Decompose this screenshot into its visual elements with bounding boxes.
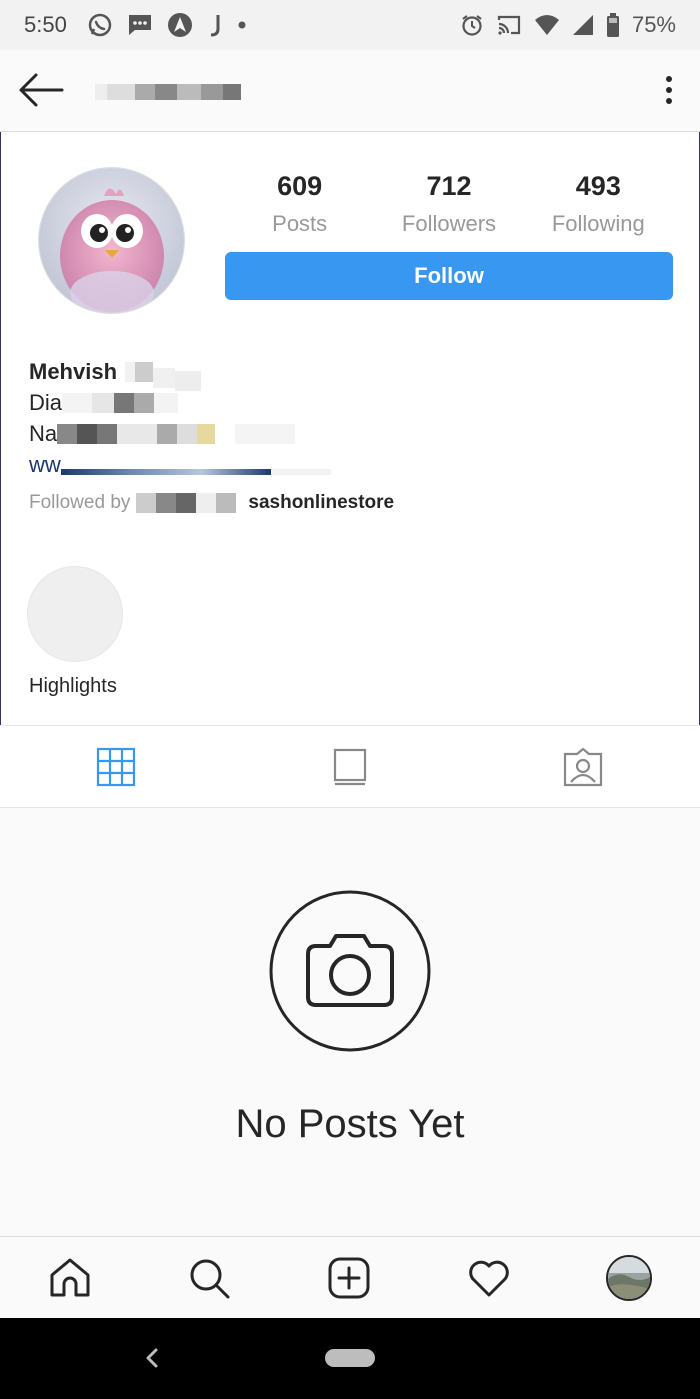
redacted-block: [154, 392, 179, 413]
redacted-block: [270, 468, 331, 475]
messages-icon: [127, 13, 153, 37]
highlight-circle[interactable]: [27, 566, 123, 662]
redacted-block: [136, 493, 157, 513]
bio-line: Dia: [29, 387, 669, 418]
feed-icon[interactable]: [329, 746, 371, 788]
redacted-block: [223, 84, 241, 100]
camera-icon: [268, 889, 432, 1053]
redacted-block: [135, 84, 155, 100]
redacted-block: [197, 423, 216, 444]
redacted-block: [201, 84, 223, 100]
arrow-left-icon[interactable]: [18, 72, 64, 108]
redacted-block: [92, 392, 115, 413]
stat-label: Followers: [401, 211, 497, 236]
navigation-icon: [167, 12, 193, 38]
redacted-block: [135, 361, 154, 382]
more-vertical-icon[interactable]: [664, 74, 674, 106]
cast-icon: [496, 14, 522, 36]
page-title: [95, 84, 241, 100]
system-home-pill[interactable]: [325, 1349, 375, 1367]
redacted-block: [216, 493, 237, 513]
cell-signal-icon: [572, 14, 594, 36]
redacted-block: [97, 423, 118, 444]
system-nav-bar: [0, 1318, 700, 1399]
profile-bio: Mehvish Dia Na ww: [29, 356, 669, 480]
heart-icon[interactable]: [466, 1255, 512, 1301]
redacted-block: [134, 392, 155, 413]
stat-following[interactable]: 493 Following: [524, 168, 673, 244]
stat-value: 609: [277, 171, 323, 201]
bio-text: Dia: [29, 389, 63, 415]
redacted-block: [215, 423, 236, 444]
empty-state-text: No Posts Yet: [235, 1102, 465, 1146]
search-icon[interactable]: [186, 1255, 232, 1301]
stat-followers[interactable]: 712 Followers: [374, 168, 523, 244]
redacted-block: [114, 392, 135, 413]
redacted-block: [117, 423, 158, 444]
stat-label: Posts: [272, 211, 328, 236]
bottom-nav: [0, 1236, 700, 1318]
bio-link[interactable]: ww: [29, 449, 669, 480]
stat-label: Following: [551, 211, 645, 236]
redacted-block: [157, 423, 178, 444]
profile-tabs: [0, 725, 700, 808]
profile-stats: 609 Posts 712 Followers 493 Following: [225, 168, 673, 244]
redacted-block: [107, 84, 135, 100]
redacted-block: [62, 392, 93, 413]
profile-avatar[interactable]: [38, 167, 185, 314]
home-icon[interactable]: [47, 1255, 93, 1301]
redacted-block: [176, 493, 197, 513]
dot-icon: [237, 20, 247, 30]
bio-name-line: Mehvish: [29, 356, 669, 391]
highlight-label: Highlights: [29, 675, 117, 697]
redacted-block: [125, 361, 136, 382]
redacted-block: [155, 84, 177, 100]
followed-by[interactable]: Followed by sashonlinestore: [29, 492, 394, 514]
battery-icon: [606, 13, 620, 37]
stat-posts[interactable]: 609 Posts: [225, 168, 374, 244]
redacted-block: [156, 493, 177, 513]
status-bar: 5:50 75%: [0, 0, 700, 50]
redacted-block: [177, 84, 201, 100]
follow-button[interactable]: Follow: [225, 252, 673, 300]
profile-avatar[interactable]: [606, 1255, 652, 1301]
grid-icon[interactable]: [95, 746, 137, 788]
posts-empty-state: No Posts Yet: [0, 808, 700, 1236]
redacted-block: [177, 423, 198, 444]
battery-percent: 75%: [631, 12, 676, 37]
redacted-block: [60, 468, 271, 475]
wifi-icon: [534, 14, 560, 36]
alarm-icon: [460, 13, 484, 37]
app-bar: [0, 50, 700, 132]
stat-value: 712: [426, 171, 472, 201]
followed-by-user[interactable]: sashonlinestore: [248, 492, 394, 514]
profile-name: Mehvish: [29, 358, 118, 384]
redacted-block: [153, 367, 176, 388]
j-app-icon: [207, 12, 223, 38]
bio-line: Na: [29, 418, 669, 449]
redacted-block: [77, 423, 98, 444]
redacted-block: [196, 493, 217, 513]
redacted-block: [95, 84, 107, 100]
redacted-block: [235, 423, 296, 444]
system-back-icon[interactable]: [142, 1346, 162, 1370]
bio-text: Na: [29, 420, 58, 446]
whatsapp-icon: [87, 12, 113, 38]
add-post-icon[interactable]: [326, 1255, 372, 1301]
redacted-block: [57, 423, 78, 444]
stat-value: 493: [575, 171, 621, 201]
redacted-block: [175, 370, 202, 391]
status-time: 5:50: [24, 12, 67, 37]
followed-by-label: Followed by: [29, 492, 131, 513]
bio-link-text[interactable]: ww: [29, 452, 61, 478]
tagged-icon[interactable]: [562, 746, 604, 788]
